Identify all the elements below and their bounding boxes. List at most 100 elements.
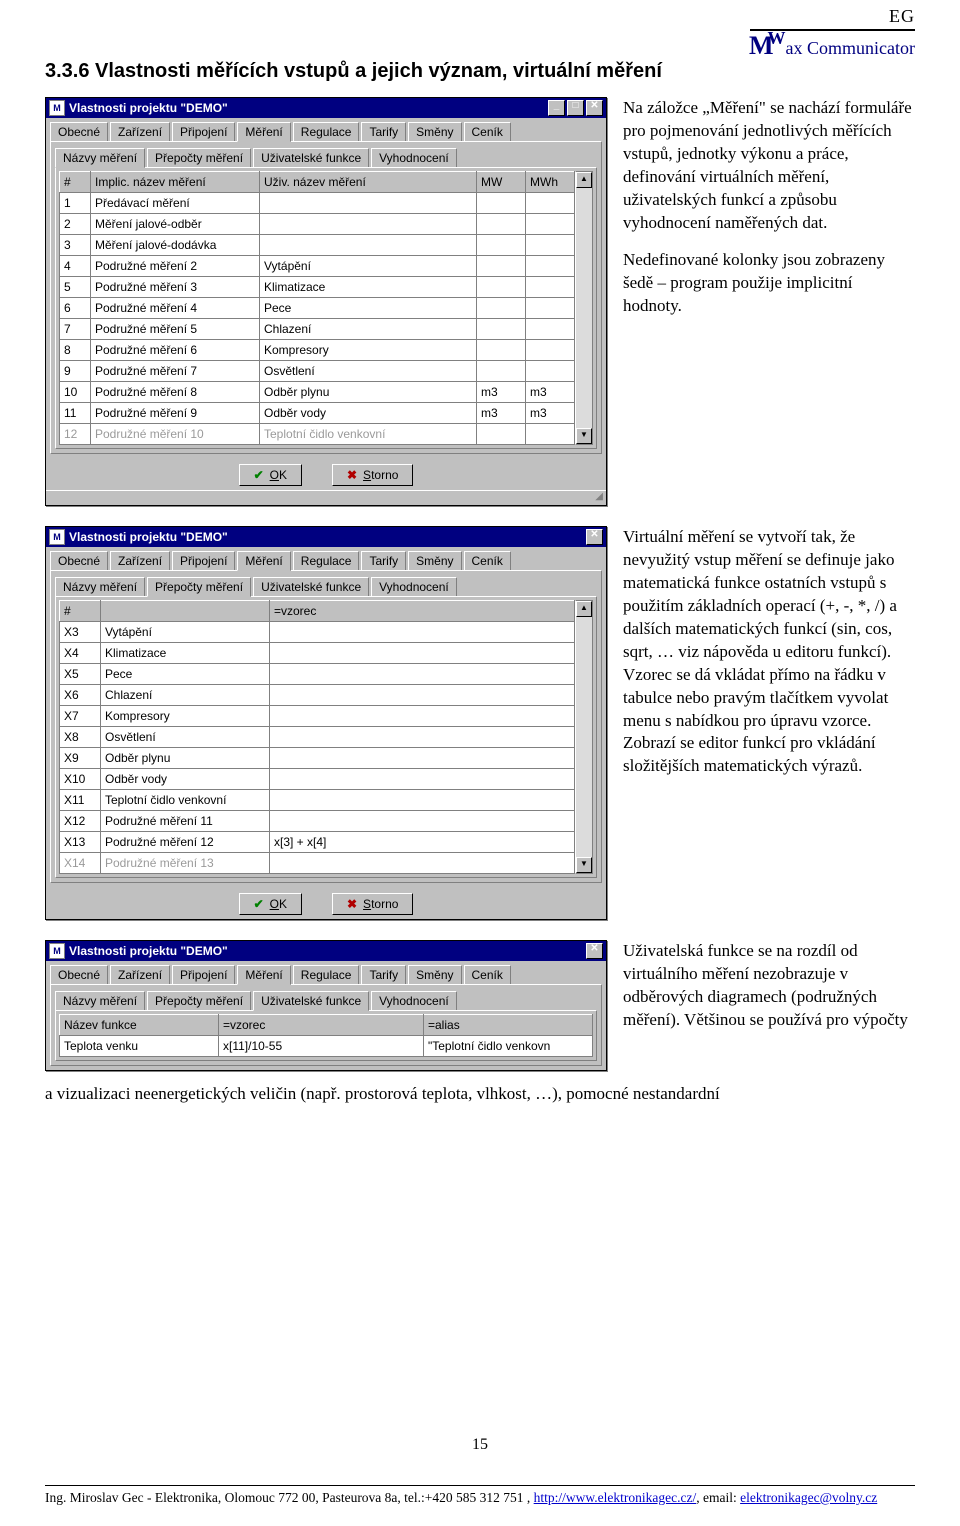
dialog-funkce: M Vlastnosti projektu "DEMO" ✕ Obecné Za…	[45, 940, 607, 1071]
ok-button[interactable]: ✔OK	[239, 464, 302, 486]
tab-mereni[interactable]: Měření	[237, 965, 290, 985]
col-alias[interactable]: =alias	[424, 1015, 593, 1036]
tab-zarizeni[interactable]: Zařízení	[110, 122, 170, 141]
col-nazev[interactable]: Název funkce	[60, 1015, 219, 1036]
scroll-up-icon[interactable]: ▲	[576, 172, 592, 188]
col-name[interactable]	[101, 601, 270, 622]
resize-grip[interactable]: ◢	[46, 490, 606, 505]
table-row: 4Podružné měření 2Vytápění	[60, 256, 575, 277]
ok-button[interactable]: ✔OK	[239, 893, 302, 915]
tab-regulace[interactable]: Regulace	[293, 551, 360, 570]
subtab-nazvy[interactable]: Názvy měření	[55, 148, 145, 168]
table-row: X3Vytápění	[60, 622, 575, 643]
table-row: 7Podružné měření 5Chlazení	[60, 319, 575, 340]
paragraph-continuation: a vizualizaci neenergetických veličin (n…	[45, 1083, 915, 1106]
scroll-down-icon[interactable]: ▼	[576, 428, 592, 444]
tab-smeny[interactable]: Směny	[408, 965, 461, 984]
section-title: 3.3.6 Vlastnosti měřících vstupů a jejic…	[45, 60, 915, 83]
logo-eg: EG	[749, 6, 915, 27]
subtab-funkce[interactable]: Uživatelské funkce	[253, 148, 369, 167]
table-row: 10Podružné měření 8Odběr plynum3m3	[60, 382, 575, 403]
footer-link-email[interactable]: elektronikagec@volny.cz	[740, 1490, 877, 1505]
tab-mereni[interactable]: Měření	[237, 122, 290, 142]
prepocty-table[interactable]: # =vzorec X3Vytápění X4Klimatizace X5Pec…	[59, 600, 575, 874]
subtab-vyhodnoceni[interactable]: Vyhodnocení	[371, 577, 457, 596]
tab-cenik[interactable]: Ceník	[464, 122, 511, 141]
tab-regulace[interactable]: Regulace	[293, 965, 360, 984]
footer: Ing. Miroslav Gec - Elektronika, Olomouc…	[45, 1485, 915, 1506]
table-row: X6Chlazení	[60, 685, 575, 706]
tab-smeny[interactable]: Směny	[408, 122, 461, 141]
page-number: 15	[472, 1436, 488, 1454]
tab-obecne[interactable]: Obecné	[50, 122, 108, 141]
tab-pripojeni[interactable]: Připojení	[172, 122, 235, 141]
footer-link-web[interactable]: http://www.elektronikagec.cz/	[534, 1490, 697, 1505]
scrollbar[interactable]: ▲ ▼	[575, 171, 593, 445]
window-title: Vlastnosti projektu "DEMO"	[69, 530, 228, 544]
table-row: X12Podružné měření 11	[60, 811, 575, 832]
col-mw[interactable]: MW	[477, 172, 526, 193]
app-icon: M	[49, 100, 65, 116]
table-row: 1Předávací měření	[60, 193, 575, 214]
tab-zarizeni[interactable]: Zařízení	[110, 965, 170, 984]
subtab-vyhodnoceni[interactable]: Vyhodnocení	[371, 148, 457, 167]
tab-pripojeni[interactable]: Připojení	[172, 551, 235, 570]
subtab-funkce[interactable]: Uživatelské funkce	[253, 577, 369, 596]
tab-obecne[interactable]: Obecné	[50, 551, 108, 570]
titlebar[interactable]: M Vlastnosti projektu "DEMO" _ □ ✕	[46, 98, 606, 118]
table-row: Teplota venkux[11]/10-55"Teplotní čidlo …	[60, 1036, 593, 1057]
table-row: 2Měření jalové-odběr	[60, 214, 575, 235]
storno-button[interactable]: ✖Storno	[332, 464, 413, 486]
col-uziv[interactable]: Uživ. název měření	[260, 172, 477, 193]
col-mwh[interactable]: MWh	[526, 172, 575, 193]
tab-tarify[interactable]: Tarify	[361, 551, 406, 570]
tab-obecne[interactable]: Obecné	[50, 965, 108, 984]
names-table[interactable]: # Implic. název měření Uživ. název měřen…	[59, 171, 575, 445]
subtab-prepocty[interactable]: Přepočty měření	[147, 148, 251, 167]
scroll-down-icon[interactable]: ▼	[576, 857, 592, 873]
close-button[interactable]: ✕	[586, 529, 603, 545]
tab-zarizeni[interactable]: Zařízení	[110, 551, 170, 570]
col-num[interactable]: #	[60, 172, 91, 193]
subtab-prepocty[interactable]: Přepočty měření	[147, 577, 251, 597]
table-row: X9Odběr plynu	[60, 748, 575, 769]
scrollbar[interactable]: ▲ ▼	[575, 600, 593, 874]
minimize-button[interactable]: _	[548, 100, 565, 116]
tab-smeny[interactable]: Směny	[408, 551, 461, 570]
check-icon: ✔	[254, 897, 264, 911]
tab-tarify[interactable]: Tarify	[361, 965, 406, 984]
tab-cenik[interactable]: Ceník	[464, 965, 511, 984]
tab-cenik[interactable]: Ceník	[464, 551, 511, 570]
col-vzorec[interactable]: =vzorec	[270, 601, 575, 622]
tab-mereni[interactable]: Měření	[237, 551, 290, 571]
tab-regulace[interactable]: Regulace	[293, 122, 360, 141]
table-row: X7Kompresory	[60, 706, 575, 727]
table-row: 8Podružné měření 6Kompresory	[60, 340, 575, 361]
table-row: X13Podružné měření 12x[3] + x[4]	[60, 832, 575, 853]
table-row: 5Podružné měření 3Klimatizace	[60, 277, 575, 298]
maximize-button[interactable]: □	[567, 100, 584, 116]
subtab-prepocty[interactable]: Přepočty měření	[147, 991, 251, 1010]
table-row: 11Podružné měření 9Odběr vodym3m3	[60, 403, 575, 424]
subtab-funkce[interactable]: Uživatelské funkce	[253, 991, 369, 1011]
table-row: X5Pece	[60, 664, 575, 685]
subtab-nazvy[interactable]: Názvy měření	[55, 991, 145, 1010]
col-implic[interactable]: Implic. název měření	[91, 172, 260, 193]
table-row: 6Podružné měření 4Pece	[60, 298, 575, 319]
col-vzorec[interactable]: =vzorec	[219, 1015, 424, 1036]
titlebar[interactable]: M Vlastnosti projektu "DEMO" ✕	[46, 941, 606, 961]
titlebar[interactable]: M Vlastnosti projektu "DEMO" ✕	[46, 527, 606, 547]
app-icon: M	[49, 943, 65, 959]
scroll-up-icon[interactable]: ▲	[576, 601, 592, 617]
col-num[interactable]: #	[60, 601, 101, 622]
subtab-vyhodnoceni[interactable]: Vyhodnocení	[371, 991, 457, 1010]
table-row: X11Teplotní čidlo venkovní	[60, 790, 575, 811]
tab-tarify[interactable]: Tarify	[361, 122, 406, 141]
close-button[interactable]: ✕	[586, 943, 603, 959]
close-button[interactable]: ✕	[586, 100, 603, 116]
subtab-nazvy[interactable]: Názvy měření	[55, 577, 145, 596]
tab-pripojeni[interactable]: Připojení	[172, 965, 235, 984]
paragraph: Virtuální měření se vytvoří tak, že nevy…	[623, 526, 915, 778]
funkce-table[interactable]: Název funkce =vzorec =alias Teplota venk…	[59, 1014, 593, 1057]
storno-button[interactable]: ✖Storno	[332, 893, 413, 915]
